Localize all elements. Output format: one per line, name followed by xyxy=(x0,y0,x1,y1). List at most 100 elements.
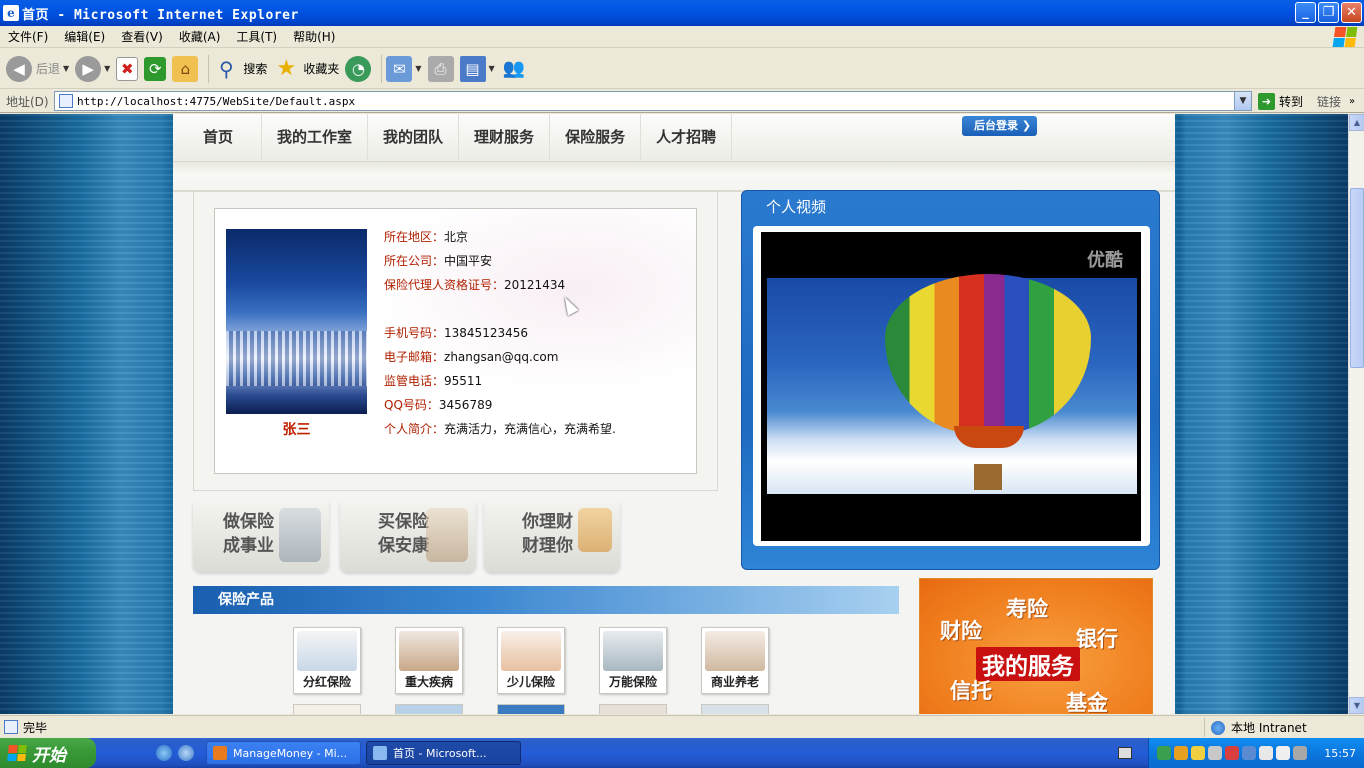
links-chevron-icon[interactable]: » xyxy=(1349,96,1355,107)
product-tile-partial[interactable] xyxy=(293,704,361,714)
nav-my-team[interactable]: 我的团队 xyxy=(368,114,460,160)
promo-tile[interactable]: 买保险 保安康 xyxy=(340,500,476,572)
menu-help[interactable]: 帮助(H) xyxy=(285,26,343,48)
keyboard-icon[interactable] xyxy=(1118,747,1132,759)
address-input[interactable]: http://localhost:4775/WebSite/Default.as… xyxy=(54,91,1252,111)
messenger-button[interactable]: 👥 xyxy=(501,51,527,87)
service-word: 信托 xyxy=(950,679,992,703)
product-tile-partial[interactable] xyxy=(599,704,667,714)
print-button[interactable]: ⎙ xyxy=(427,51,454,87)
edit-button[interactable]: ▤ ▼ xyxy=(459,51,495,87)
product-tile-partial[interactable] xyxy=(701,704,769,714)
task-managemoney[interactable]: ManageMoney - Mi... xyxy=(206,741,361,765)
go-label: 转到 xyxy=(1279,94,1304,109)
windows-flag-icon xyxy=(7,745,27,761)
tray-volume-icon[interactable] xyxy=(1259,746,1273,760)
search-button[interactable]: ⚲ 搜索 xyxy=(213,51,267,87)
back-dropdown-icon[interactable]: ▼ xyxy=(63,64,69,73)
tray-app-icon[interactable] xyxy=(1293,746,1307,760)
video-frame: 优酷 xyxy=(753,226,1150,546)
minimize-button[interactable]: _ xyxy=(1295,2,1316,23)
favorites-label: 收藏夹 xyxy=(303,62,340,76)
tray-app-icon[interactable] xyxy=(1208,746,1222,760)
video-player[interactable]: 优酷 xyxy=(761,232,1141,541)
menu-view[interactable]: 查看(V) xyxy=(113,26,171,48)
stop-button[interactable]: ✖ xyxy=(116,51,139,87)
tray-app-icon[interactable] xyxy=(1276,746,1290,760)
mail-button[interactable]: ✉ ▼ xyxy=(386,51,422,87)
scroll-thumb[interactable] xyxy=(1350,188,1364,368)
product-universal[interactable]: 万能保险 xyxy=(599,627,667,694)
menu-edit[interactable]: 编辑(E) xyxy=(56,26,113,48)
product-tile-partial[interactable] xyxy=(497,704,565,714)
nav-finance-services[interactable]: 理财服务 xyxy=(459,114,551,160)
scroll-down-icon[interactable]: ▼ xyxy=(1349,697,1364,714)
mail-dropdown-icon[interactable]: ▼ xyxy=(415,64,421,73)
toolbar: ◀ 后退 ▼ ▶ ▼ ✖ ⟳ ⌂ ⚲ 搜索 ★ 收藏夹 ◔ ✉ ▼ ⎙ ▤ ▼ … xyxy=(0,49,1364,89)
product-children[interactable]: 少儿保险 xyxy=(497,627,565,694)
tray-app-icon[interactable] xyxy=(1191,746,1205,760)
menu-tools[interactable]: 工具(T) xyxy=(228,26,285,48)
links-button[interactable]: 链接 xyxy=(1317,93,1341,110)
vertical-scrollbar[interactable]: ▲ ▼ xyxy=(1348,114,1364,714)
menu-favorites[interactable]: 收藏(A) xyxy=(171,26,229,48)
menu-file[interactable]: 文件(F) xyxy=(0,26,56,48)
profile-info: 所在地区：北京 所在公司：中国平安 保险代理人资格证号：20121434 手机号… xyxy=(384,229,684,445)
stop-icon: ✖ xyxy=(116,56,139,81)
refresh-button[interactable]: ⟳ xyxy=(144,51,167,87)
promo-text: 你理财 财理你 xyxy=(522,510,573,558)
clock[interactable]: 15:57 xyxy=(1324,747,1356,760)
back-button[interactable]: ◀ 后退 ▼ xyxy=(6,51,69,87)
nav-shadow-strip xyxy=(173,162,1175,192)
tray-antivirus-icon[interactable] xyxy=(1225,746,1239,760)
service-word: 银行 xyxy=(1076,627,1118,651)
promo-text: 买保险 保安康 xyxy=(378,510,429,558)
product-label: 万能保险 xyxy=(608,675,657,689)
promo-image xyxy=(426,508,468,562)
info-company: 所在公司：中国平安 xyxy=(384,253,684,277)
history-button[interactable]: ◔ xyxy=(345,51,372,87)
product-critical-illness[interactable]: 重大疾病 xyxy=(395,627,463,694)
promo-image xyxy=(279,508,321,562)
task-ie-home[interactable]: 首页 - Microsoft... xyxy=(366,741,521,765)
nav-insurance-services[interactable]: 保险服务 xyxy=(550,114,642,160)
quicklaunch-ie-icon[interactable] xyxy=(156,745,172,761)
go-button[interactable]: ➜ 转到 xyxy=(1258,92,1304,110)
taskbar: 开始 ManageMoney - Mi... 首页 - Microsoft...… xyxy=(0,738,1364,768)
product-label: 商业养老 xyxy=(710,675,759,689)
maximize-button[interactable]: ❐ xyxy=(1318,2,1339,23)
start-button[interactable]: 开始 xyxy=(0,738,96,768)
edit-dropdown-icon[interactable]: ▼ xyxy=(489,64,495,73)
address-url[interactable]: http://localhost:4775/WebSite/Default.as… xyxy=(77,95,355,108)
forward-dropdown-icon[interactable]: ▼ xyxy=(104,64,110,73)
nav-my-studio[interactable]: 我的工作室 xyxy=(262,114,369,160)
product-tile-partial[interactable] xyxy=(395,704,463,714)
my-service-banner[interactable]: 寿险 财险 银行 我的服务 信托 基金 xyxy=(919,578,1153,714)
zone-label: 本地 Intranet xyxy=(1231,721,1307,735)
forward-button[interactable]: ▶ ▼ xyxy=(75,51,110,87)
close-button[interactable]: ✕ xyxy=(1341,2,1362,23)
product-label: 分红保险 xyxy=(302,675,351,689)
quicklaunch-desktop-icon[interactable] xyxy=(178,745,194,761)
promo-tile[interactable]: 你理财 财理你 xyxy=(484,500,620,572)
nav-recruitment[interactable]: 人才招聘 xyxy=(641,114,733,160)
tray-network-icon[interactable] xyxy=(1157,746,1171,760)
scroll-up-icon[interactable]: ▲ xyxy=(1349,114,1364,131)
promo-tile[interactable]: 做保险 成事业 xyxy=(193,500,329,572)
promo-line: 保安康 xyxy=(378,536,429,556)
toolbar-separator xyxy=(381,54,383,83)
address-dropdown-icon[interactable]: ▼ xyxy=(1234,92,1251,110)
info-value: 95511 xyxy=(444,374,483,388)
printer-icon: ⎙ xyxy=(427,55,454,82)
tray-app-icon[interactable] xyxy=(1174,746,1188,760)
product-pension[interactable]: 商业养老 xyxy=(701,627,769,694)
info-region: 所在地区：北京 xyxy=(384,229,684,253)
home-button[interactable]: ⌂ xyxy=(172,51,199,87)
nav-home[interactable]: 首页 xyxy=(173,114,263,160)
product-label: 重大疾病 xyxy=(404,675,453,689)
tray-app-icon[interactable] xyxy=(1242,746,1256,760)
admin-login-button[interactable]: 后台登录 ❯ xyxy=(962,116,1037,136)
product-dividend[interactable]: 分红保险 xyxy=(293,627,361,694)
info-value: 中国平安 xyxy=(444,254,493,268)
favorites-button[interactable]: ★ 收藏夹 xyxy=(273,51,339,87)
